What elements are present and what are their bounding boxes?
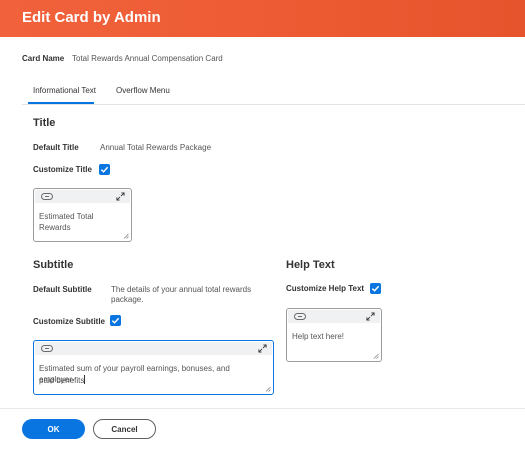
resize-grip-icon[interactable] <box>265 386 271 392</box>
subtitle-editor-line2-wrap: paid benefits <box>39 375 267 386</box>
tab-overflow-menu[interactable]: Overflow Menu <box>116 86 170 95</box>
subtitle-editor[interactable]: Estimated sum of your payroll earnings, … <box>33 340 274 395</box>
customize-help-text-checkbox[interactable] <box>370 283 381 294</box>
tab-informational-text[interactable]: Informational Text <box>33 86 96 95</box>
card-name-label: Card Name <box>22 54 65 63</box>
text-pill-icon[interactable] <box>294 313 306 320</box>
subtitle-section-heading: Subtitle <box>33 259 74 271</box>
title-editor[interactable]: Estimated Total Rewards <box>33 188 132 242</box>
cancel-button[interactable]: Cancel <box>93 419 156 439</box>
help-text-editor-text[interactable]: Help text here! <box>292 331 375 342</box>
customize-help-text-label: Customize Help Text <box>286 284 365 293</box>
text-cursor <box>84 375 86 384</box>
text-pill-icon[interactable] <box>41 345 53 352</box>
tabs-divider <box>22 104 525 105</box>
title-editor-text[interactable]: Estimated Total Rewards <box>39 211 125 233</box>
default-subtitle-value-line1: The details of your annual total rewards <box>111 285 252 294</box>
checkmark-icon <box>111 317 120 324</box>
expand-icon[interactable] <box>258 344 267 353</box>
expand-icon[interactable] <box>116 192 125 201</box>
editor-toolbar <box>35 190 130 203</box>
customize-title-label: Customize Title <box>33 165 92 174</box>
dialog-title: Edit Card by Admin <box>22 9 161 26</box>
checkmark-icon <box>100 166 109 173</box>
footer-divider <box>0 408 525 409</box>
card-name-value: Total Rewards Annual Compensation Card <box>72 54 223 63</box>
text-pill-icon[interactable] <box>41 193 53 200</box>
customize-subtitle-label: Customize Subtitle <box>33 317 106 326</box>
customize-subtitle-checkbox[interactable] <box>110 315 121 326</box>
resize-grip-icon[interactable] <box>373 353 379 359</box>
title-section-heading: Title <box>33 117 56 129</box>
default-title-label: Default Title <box>33 143 79 152</box>
dialog-header: Edit Card by Admin <box>0 0 525 37</box>
help-text-editor[interactable]: Help text here! <box>286 308 382 362</box>
help-text-section-heading: Help Text <box>286 259 335 271</box>
subtitle-editor-text-line2[interactable]: paid benefits <box>39 376 84 385</box>
checkmark-icon <box>371 285 380 292</box>
default-subtitle-label: Default Subtitle <box>33 285 92 294</box>
expand-icon[interactable] <box>366 312 375 321</box>
default-subtitle-value-line2: package. <box>111 295 144 304</box>
editor-toolbar <box>288 310 380 323</box>
default-title-value: Annual Total Rewards Package <box>100 143 212 152</box>
customize-title-checkbox[interactable] <box>99 164 110 175</box>
ok-button[interactable]: OK <box>22 419 85 439</box>
editor-toolbar <box>35 342 272 355</box>
resize-grip-icon[interactable] <box>123 233 129 239</box>
